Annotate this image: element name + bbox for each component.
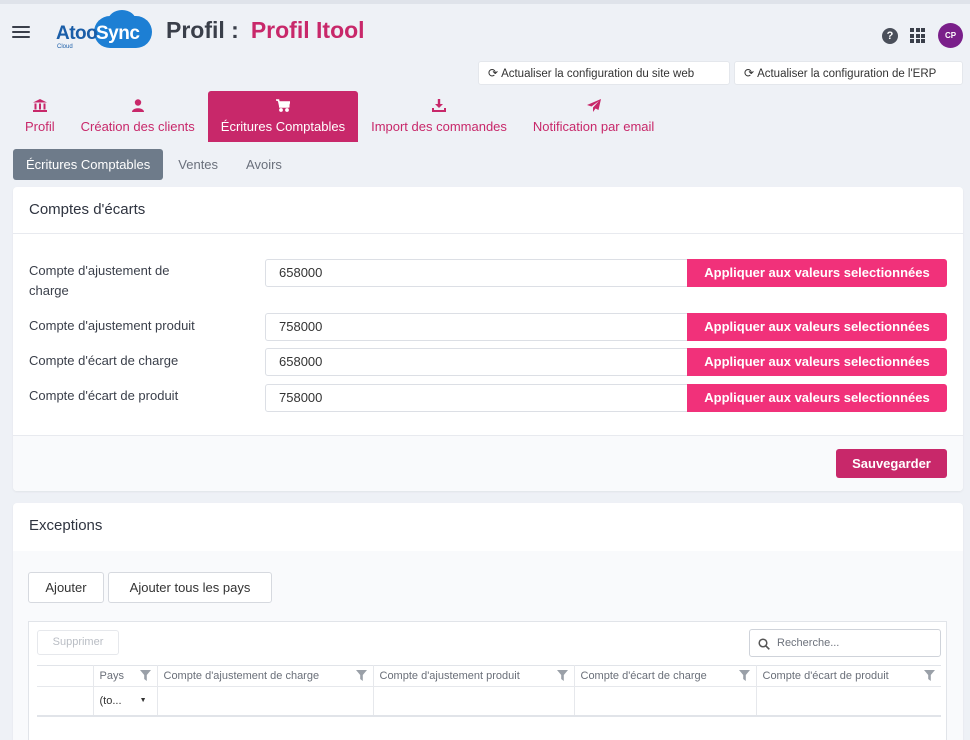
pays-filter-value: (to... [99, 694, 122, 707]
filter-icon[interactable] [738, 670, 750, 681]
refresh-erp-label: Actualiser la configuration de l'ERP [757, 68, 937, 80]
ecart-row-label: Compte d'écart de produit [29, 388, 179, 403]
cart-icon [221, 99, 345, 113]
download-icon [371, 99, 507, 113]
exceptions-panel-title: Exceptions [29, 517, 103, 534]
exceptions-panel-body: Ajouter Ajouter tous les pays Supprimer … [13, 551, 963, 740]
column-header-pays[interactable]: Pays [93, 665, 158, 687]
apply-ajustement-produit-button[interactable]: Appliquer aux valeurs selectionnées [687, 313, 947, 341]
question-circle-icon[interactable]: ? [882, 28, 898, 44]
profile-name: Profil Itool [250, 17, 365, 43]
ecart-row-label: Compte d'écart de charge [29, 353, 179, 368]
grid-apps-icon[interactable] [910, 28, 925, 43]
apply-ajustement-charge-button[interactable]: Appliquer aux valeurs selectionnées [687, 259, 947, 287]
exceptions-table: Pays Compte d'ajustement de charge Compt… [37, 665, 941, 717]
paper-plane-icon [533, 99, 654, 113]
tab-profil-label: Profil [25, 119, 55, 134]
filter-icon[interactable] [924, 670, 935, 681]
menu-icon[interactable] [12, 26, 30, 40]
filter-cell-ajustement-produit[interactable] [373, 686, 575, 717]
main-tabs: Profil Création des clients Écritures Co… [12, 91, 667, 142]
logo-text-right: Sync [96, 23, 140, 44]
tab-creation-clients-label: Création des clients [80, 119, 195, 134]
apply-ecart-produit-button[interactable]: Appliquer aux valeurs selectionnées [687, 384, 947, 412]
refresh-icon: ⟳ [488, 66, 499, 80]
tab-import-commandes-label: Import des commandes [371, 119, 507, 134]
avatar[interactable]: CP [938, 23, 963, 48]
exceptions-panel: Exceptions Ajouter Ajouter tous les pays… [13, 503, 963, 740]
filter-icon[interactable] [139, 670, 151, 681]
logo-text-left: Atoo [56, 23, 98, 44]
ajustement-produit-input[interactable]: 758000 [265, 313, 688, 341]
filter-icon[interactable] [355, 670, 367, 681]
tab-notification-email-label: Notification par email [532, 119, 655, 134]
ecart-row-label: Compte d'ajustement de charge [29, 263, 170, 298]
ecarts-panel: Comptes d'écarts Compte d'ajustement de … [13, 187, 963, 491]
search-icon [758, 637, 770, 655]
subtab-ecritures-comptables[interactable]: Écritures Comptables [13, 149, 164, 180]
exceptions-grid: Supprimer Recherche... Pays Compte d'aju… [28, 621, 947, 740]
ecarts-panel-footer: Sauvegarder [13, 435, 963, 491]
atoosync-logo[interactable]: Atoo Sync Cloud [56, 10, 156, 50]
filter-cell-ecart-charge[interactable] [574, 686, 757, 717]
tab-ecritures-comptables[interactable]: Écritures Comptables [207, 91, 359, 142]
refresh-erp-config-button[interactable]: ⟳ Actualiser la configuration de l'ERP [734, 61, 963, 85]
user-icon [81, 99, 195, 113]
column-header-label: Compte d'ajustement produit [379, 670, 520, 682]
column-header-ajustement-charge[interactable]: Compte d'ajustement de charge [157, 665, 374, 687]
tab-ecritures-comptables-label: Écritures Comptables [220, 119, 346, 134]
search-placeholder: Recherche... [777, 637, 840, 649]
tab-notification-email[interactable]: Notification par email [520, 91, 667, 142]
page-title-label: Profil : [166, 17, 239, 43]
add-all-countries-button[interactable]: Ajouter tous les pays [108, 572, 272, 603]
filter-cell-ecart-produit[interactable] [756, 686, 941, 717]
refresh-site-label: Actualiser la configuration du site web [501, 68, 695, 80]
column-header-label: Compte d'écart de charge [580, 670, 707, 682]
tab-profil[interactable]: Profil [12, 91, 68, 142]
column-header-ecart-produit[interactable]: Compte d'écart de produit [756, 665, 941, 687]
column-header-label: Pays [99, 670, 124, 682]
tab-creation-clients[interactable]: Création des clients [68, 91, 208, 142]
ecart-produit-input[interactable]: 758000 [265, 384, 688, 412]
ecarts-panel-title: Comptes d'écarts [13, 187, 963, 234]
ecart-charge-input[interactable]: 658000 [265, 348, 688, 376]
page-title: Profil : Profil Itool [166, 17, 365, 44]
add-button[interactable]: Ajouter [28, 572, 104, 603]
caret-down-icon: ▼ [139, 697, 147, 704]
apply-ecart-charge-button[interactable]: Appliquer aux valeurs selectionnées [687, 348, 947, 376]
tab-import-commandes[interactable]: Import des commandes [358, 91, 520, 142]
logo-subtext: Cloud [57, 44, 73, 50]
column-header-ajustement-produit[interactable]: Compte d'ajustement produit [373, 665, 575, 687]
filter-row: (to... ▼ [37, 686, 941, 717]
filter-icon[interactable] [556, 670, 568, 681]
filter-cell-select [37, 686, 94, 717]
search-input[interactable]: Recherche... [749, 629, 941, 657]
column-header-label: Compte d'ajustement de charge [163, 670, 320, 682]
column-header-label: Compte d'écart de produit [762, 670, 889, 682]
save-button[interactable]: Sauvegarder [836, 449, 947, 478]
ajustement-charge-input[interactable]: 658000 [265, 259, 688, 287]
subtab-avoirs[interactable]: Avoirs [233, 149, 295, 180]
delete-button[interactable]: Supprimer [37, 630, 119, 655]
ecart-row-label: Compte d'ajustement produit [29, 318, 195, 333]
bank-icon [25, 99, 55, 113]
column-header-ecart-charge[interactable]: Compte d'écart de charge [574, 665, 757, 687]
app-header: Atoo Sync Cloud Profil : Profil Itool ? C… [0, 4, 970, 60]
subtab-ventes[interactable]: Ventes [165, 149, 231, 180]
table-header-row: Pays Compte d'ajustement de charge Compt… [37, 665, 941, 687]
pays-filter-select[interactable]: (to... ▼ [93, 686, 158, 717]
sub-tabs: Écritures Comptables Ventes Avoirs [13, 149, 297, 180]
filter-cell-ajustement-charge[interactable] [157, 686, 374, 717]
refresh-site-config-button[interactable]: ⟳ Actualiser la configuration du site web [478, 61, 730, 85]
refresh-icon: ⟳ [744, 66, 755, 80]
select-column-header [37, 665, 94, 687]
